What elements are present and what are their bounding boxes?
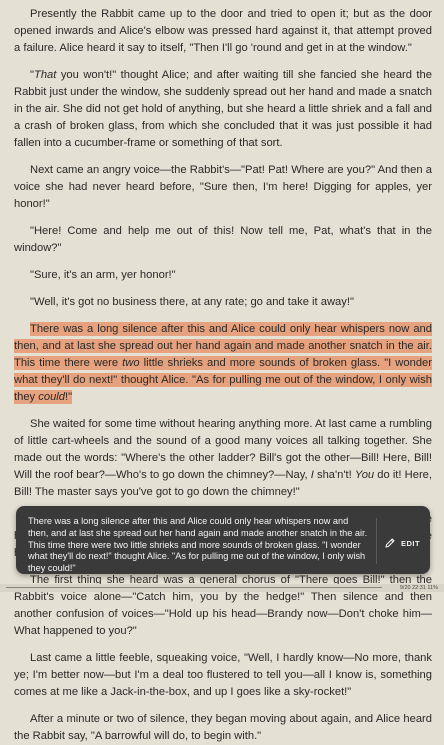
book-paragraph[interactable]: "That you won't!" thought Alice; and aft… xyxy=(14,67,432,152)
pencil-icon xyxy=(384,537,396,549)
book-paragraph[interactable]: "Sure, it's an arm, yer honor!" xyxy=(14,267,432,284)
progress-line xyxy=(6,587,382,588)
book-paragraph[interactable]: Next came an angry voice—the Rabbit's—"P… xyxy=(14,162,432,213)
reader-page[interactable]: Presently the Rabbit came up to the door… xyxy=(0,0,444,742)
book-paragraph[interactable]: "Here! Come and help me out of this! Now… xyxy=(14,223,432,257)
book-paragraph[interactable]: Last came a little feeble, squeaking voi… xyxy=(14,650,432,701)
book-paragraph[interactable]: The first thing she heard was a general … xyxy=(14,572,432,640)
book-paragraph[interactable]: She waited for some time without hearing… xyxy=(14,416,432,501)
edit-label: EDIT xyxy=(401,538,421,548)
status-bar: 9/20 22:31 11% xyxy=(0,584,444,592)
selection-popup: There was a long silence after this and … xyxy=(16,506,430,574)
selection-text: There was a long silence after this and … xyxy=(28,516,368,574)
book-paragraph[interactable]: Presently the Rabbit came up to the door… xyxy=(14,6,432,57)
book-paragraph[interactable]: After a minute or two of silence, they b… xyxy=(14,711,432,745)
book-paragraph[interactable]: "Well, it's got no business there, at an… xyxy=(14,294,432,311)
edit-button[interactable]: EDIT xyxy=(384,532,430,554)
highlighted-paragraph[interactable]: There was a long silence after this and … xyxy=(14,321,432,406)
popup-divider xyxy=(376,518,377,564)
status-text: 9/20 22:31 11% xyxy=(399,585,438,591)
